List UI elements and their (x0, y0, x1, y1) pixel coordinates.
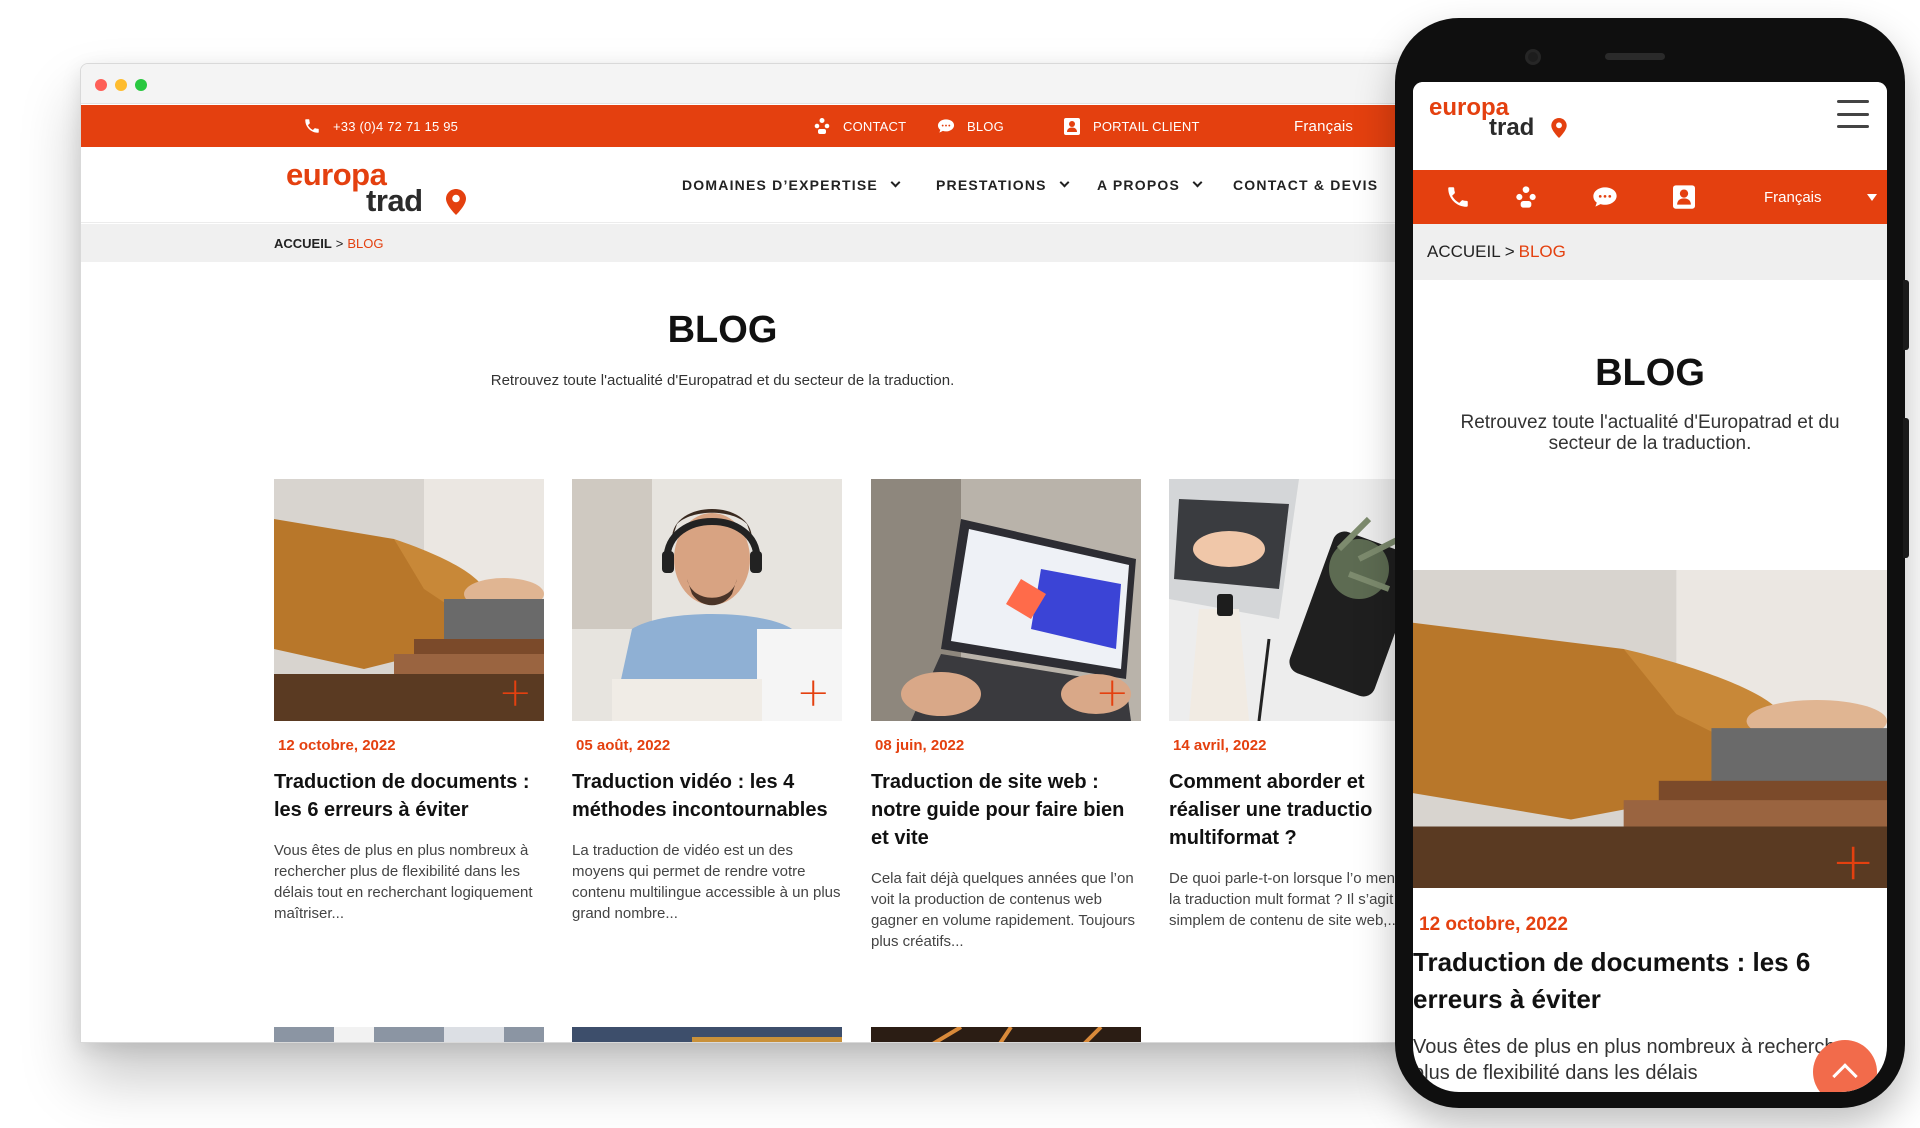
contact-icon (813, 117, 831, 135)
nav-item-domaines[interactable]: DOMAINES D’EXPERTISE (682, 147, 901, 223)
blog-card[interactable]: + 12 octobre, 2022 Traduction de documen… (274, 479, 544, 924)
post-thumbnail[interactable] (274, 1027, 544, 1042)
mobile-header: europa trad (1413, 82, 1887, 157)
post-excerpt: La traduction de vidéo est un des moyens… (572, 842, 841, 922)
menu-icon[interactable] (1837, 100, 1869, 128)
post-title[interactable]: Traduction de documents : les 6 erreurs … (274, 768, 544, 824)
post-excerpt: Vous êtes de plus en plus nombreux à rec… (274, 842, 533, 922)
mobile-screen-holder: europa trad Français ACCUEIL > BLOG BLOG… (1395, 18, 1905, 1108)
post-thumbnail[interactable]: + (871, 479, 1141, 721)
blog-link-label: BLOG (967, 118, 1004, 134)
main-navigation: europa trad DOMAINES D’EXPERTISE PRESTAT… (81, 147, 1414, 223)
language-label: Français (1294, 117, 1354, 135)
post-thumbnail[interactable] (1169, 479, 1401, 721)
page-title: BLOG (1595, 352, 1705, 394)
blog-card[interactable]: 14 avril, 2022 Comment aborder et réalis… (1169, 479, 1401, 931)
mobile-screen: europa trad Français ACCUEIL > BLOG BLOG… (1413, 82, 1887, 1092)
post-thumbnail[interactable] (572, 1027, 842, 1042)
post-thumbnail[interactable] (871, 1027, 1141, 1042)
nav-label: A PROPOS (1097, 177, 1180, 193)
nav-item-a-propos[interactable]: A PROPOS (1097, 147, 1203, 223)
portal-icon (1063, 117, 1081, 135)
post-excerpt: De quoi parle-t-on lorsque l’o mentionne… (1169, 870, 1401, 929)
nav-item-prestations[interactable]: PRESTATIONS (936, 147, 1070, 223)
location-pin-icon (446, 189, 466, 215)
plus-icon: + (1095, 670, 1129, 716)
minimize-window-button[interactable] (115, 79, 127, 91)
phone-icon[interactable] (1445, 184, 1471, 210)
chat-icon[interactable] (1592, 184, 1618, 210)
nav-label: DOMAINES D’EXPERTISE (682, 177, 878, 193)
blog-card[interactable]: + 05 août, 2022 Traduction vidéo : les 4… (572, 479, 842, 924)
client-portal-link[interactable]: PORTAIL CLIENT (1063, 105, 1200, 147)
breadcrumb: ACCUEIL > BLOG (1413, 224, 1887, 280)
plus-icon: + (1831, 832, 1875, 888)
post-title[interactable]: Comment aborder et réaliser une traducti… (1169, 768, 1401, 852)
maximize-window-button[interactable] (135, 79, 147, 91)
contact-link-label: CONTACT (843, 118, 907, 134)
page-subtitle: Retrouvez toute l'actualité d'Europatrad… (490, 372, 955, 389)
page-title: BLOG (667, 309, 778, 351)
europatrad-logo[interactable]: europa trad (286, 159, 476, 218)
chevron-down-icon (890, 177, 901, 187)
contact-link[interactable]: CONTACT (813, 105, 906, 147)
post-date: 05 août, 2022 (576, 737, 671, 754)
nav-item-contact-devis[interactable]: CONTACT & DEVIS (1233, 147, 1378, 223)
post-thumbnail[interactable]: + (572, 479, 842, 721)
breadcrumb-home[interactable]: ACCUEIL (1427, 242, 1501, 262)
showcase: +33 (0)4 72 71 15 95 CONTACT BLOG PORTAI… (0, 0, 1920, 1128)
post-thumbnail[interactable]: + (1413, 570, 1887, 888)
europatrad-logo[interactable]: europa trad (1429, 96, 1569, 144)
client-portal-label: PORTAIL CLIENT (1093, 118, 1200, 134)
blog-card[interactable]: + 08 juin, 2022 Traduction de site web :… (871, 479, 1141, 952)
browser-titlebar (81, 64, 1414, 104)
page-subtitle: Retrouvez toute l'actualité d'Europatrad… (1460, 412, 1840, 454)
post-title[interactable]: Traduction de site web : notre guide pou… (871, 768, 1141, 852)
portal-icon[interactable] (1671, 184, 1697, 210)
breadcrumb-separator: > (1504, 242, 1515, 261)
post-date: 12 octobre, 2022 (278, 737, 396, 754)
mobile-utility-bar: Français (1413, 170, 1887, 224)
breadcrumb: ACCUEIL > BLOG (81, 224, 1414, 262)
breadcrumb-separator: > (335, 235, 344, 251)
blog-post-grid-row-2 (274, 1027, 1174, 1042)
logo-word-trad: trad (366, 183, 423, 218)
plus-icon: + (498, 670, 532, 716)
phone-icon (303, 117, 321, 135)
location-pin-icon (1551, 118, 1567, 138)
phone-link[interactable]: +33 (0)4 72 71 15 95 (303, 105, 458, 147)
blog-link[interactable]: BLOG (937, 105, 1004, 147)
post-date: 08 juin, 2022 (875, 737, 965, 754)
logo-word-trad: trad (1489, 114, 1535, 141)
breadcrumb-current: BLOG (347, 235, 384, 251)
chevron-down-icon (1059, 177, 1070, 187)
post-thumbnail[interactable]: + (274, 479, 544, 721)
breadcrumb-current: BLOG (1518, 242, 1566, 261)
post-title[interactable]: Traduction vidéo : les 4 méthodes incont… (572, 768, 842, 824)
language-label: Français (1764, 188, 1822, 206)
post-date: 12 octobre, 2022 (1419, 914, 1568, 935)
nav-label: CONTACT & DEVIS (1233, 177, 1379, 193)
nav-label: PRESTATIONS (936, 177, 1047, 193)
plus-icon: + (796, 670, 830, 716)
chevron-down-icon (1867, 194, 1877, 201)
language-selector[interactable]: Français (1294, 105, 1353, 147)
phone-number: +33 (0)4 72 71 15 95 (333, 118, 459, 134)
post-title[interactable]: Traduction de documents : les 6 erreurs … (1413, 944, 1887, 1018)
breadcrumb-home[interactable]: ACCUEIL (274, 236, 332, 251)
contact-icon[interactable] (1513, 184, 1539, 210)
top-utility-bar: +33 (0)4 72 71 15 95 CONTACT BLOG PORTAI… (81, 105, 1414, 147)
scroll-top-icon (1832, 1063, 1858, 1089)
close-window-button[interactable] (95, 79, 107, 91)
language-selector[interactable]: Français (1764, 170, 1822, 224)
chat-icon (937, 117, 955, 135)
post-date: 14 avril, 2022 (1173, 737, 1267, 754)
chevron-down-icon (1192, 177, 1203, 187)
post-excerpt: Cela fait déjà quelques années que l’on … (871, 870, 1136, 950)
blog-post-grid: + 12 octobre, 2022 Traduction de documen… (274, 479, 1414, 959)
desktop-browser-window: +33 (0)4 72 71 15 95 CONTACT BLOG PORTAI… (80, 63, 1415, 1043)
